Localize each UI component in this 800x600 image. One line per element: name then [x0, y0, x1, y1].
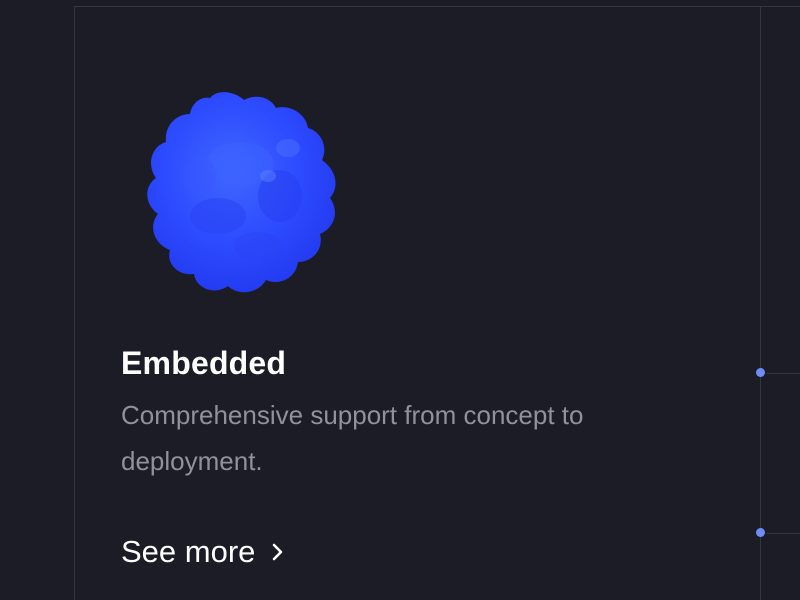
see-more-link[interactable]: See more — [121, 534, 285, 570]
blob-illustration — [140, 86, 350, 298]
timeline-node — [756, 528, 765, 537]
timeline-connector — [766, 373, 800, 374]
card-title: Embedded — [121, 345, 287, 381]
frame-line-right — [760, 6, 761, 600]
see-more-label: See more — [121, 534, 256, 569]
frame-line-top — [74, 6, 800, 7]
card-description: Comprehensive support from concept to de… — [121, 400, 584, 476]
chevron-right-icon — [271, 542, 285, 562]
timeline-node — [756, 368, 765, 377]
frame-line-left — [74, 6, 75, 600]
card-section: Embedded Comprehensive support from conc… — [0, 0, 800, 600]
timeline-connector — [766, 533, 800, 534]
